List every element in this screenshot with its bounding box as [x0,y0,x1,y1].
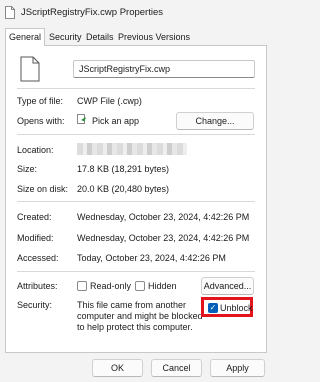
tab-general[interactable]: General [5,28,46,46]
apply-button[interactable]: Apply [210,359,265,377]
readonly-checkbox[interactable] [77,281,87,291]
size-value: 17.8 KB (18,291 bytes) [77,164,170,174]
divider [17,271,255,272]
pick-app-icon [77,114,86,124]
divider [17,201,255,202]
accessed-value: Today, October 23, 2024, 4:42:26 PM [77,253,226,263]
hidden-label: Hidden [148,281,177,291]
size-label: Size: [17,164,38,174]
location-label: Location: [17,145,54,155]
modified-label: Modified: [17,233,54,243]
created-label: Created: [17,212,52,222]
modified-value: Wednesday, October 23, 2024, 4:42:26 PM [77,233,250,243]
tab-previous-versions[interactable]: Previous Versions [115,30,193,45]
type-of-file-label: Type of file: [17,96,64,106]
size-on-disk-value: 20.0 KB (20,480 bytes) [77,184,170,194]
location-value-redacted [77,143,187,155]
change-button[interactable]: Change... [176,112,254,130]
divider [17,134,255,135]
advanced-button[interactable]: Advanced... [201,277,254,295]
security-label: Security: [17,300,53,310]
check-icon[interactable]: ✓ [208,303,218,313]
tab-strip: General Security Details Previous Versio… [5,28,267,46]
security-message: This file came from another computer and… [77,300,203,332]
title-bar: JScriptRegistryFix.cwp Properties [0,0,272,26]
size-on-disk-label: Size on disk: [17,184,69,194]
opens-with-value: Pick an app [92,116,140,126]
file-icon [20,56,40,82]
general-panel: JScriptRegistryFix.cwp Type of file: CWP… [5,45,267,353]
ok-button[interactable]: OK [92,359,143,377]
created-value: Wednesday, October 23, 2024, 4:42:26 PM [77,212,250,222]
tab-details[interactable]: Details [83,30,117,45]
divider [17,88,255,89]
readonly-label: Read-only [90,281,132,291]
attributes-label: Attributes: [17,281,58,291]
type-of-file-value: CWP File (.cwp) [77,96,142,106]
file-name-field[interactable]: JScriptRegistryFix.cwp [73,60,255,78]
hidden-checkbox[interactable] [135,281,145,291]
unblock-highlight[interactable]: ✓ Unblock [201,297,253,317]
opens-with-label: Opens with: [17,116,65,126]
tab-security[interactable]: Security [46,30,85,45]
file-icon [5,6,15,19]
accessed-label: Accessed: [17,253,59,263]
cancel-button[interactable]: Cancel [151,359,202,377]
unblock-label: Unblock [220,303,253,313]
window-title: JScriptRegistryFix.cwp Properties [21,7,164,18]
